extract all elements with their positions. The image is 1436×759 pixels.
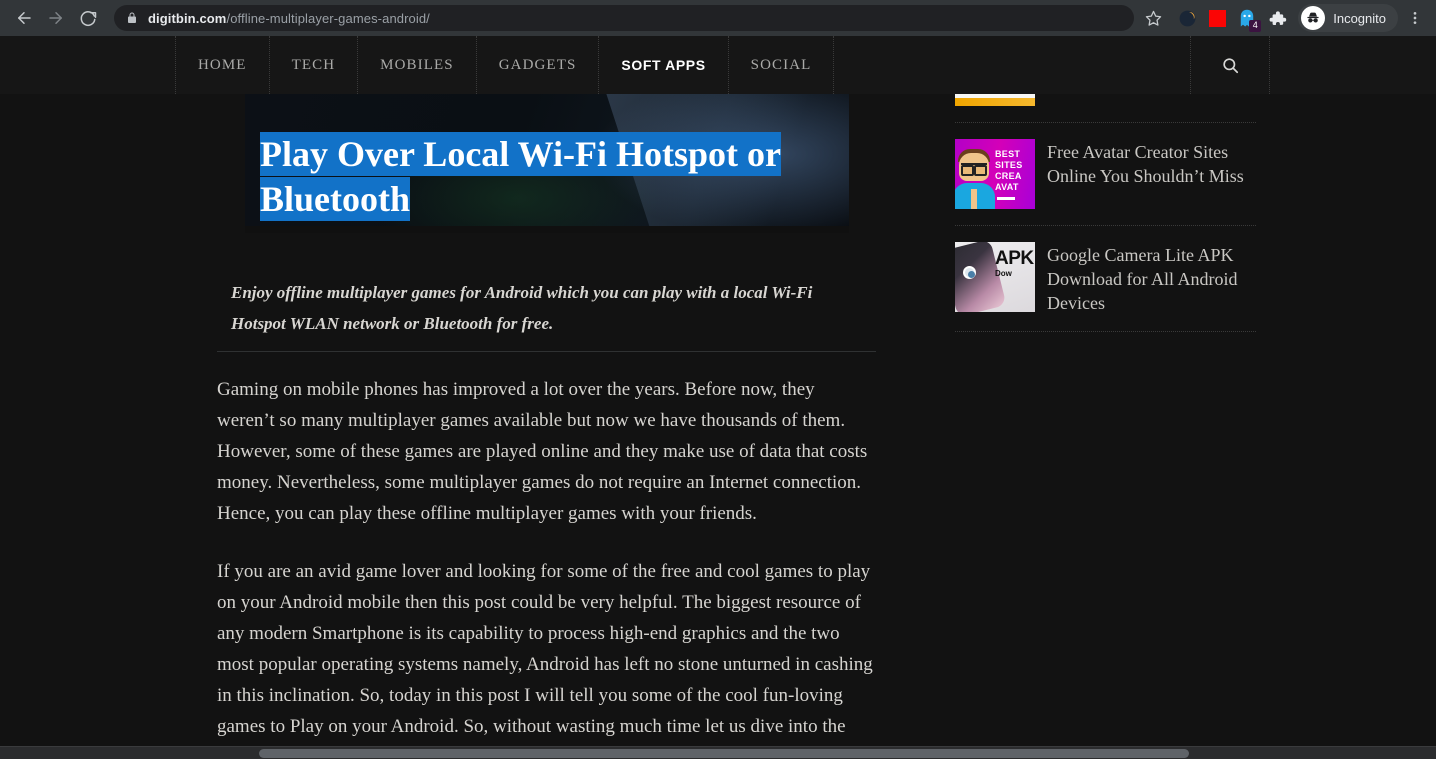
arrow-right-icon <box>49 12 62 24</box>
nav-item-mobiles[interactable]: MOBILES <box>357 36 477 94</box>
star-icon <box>1145 10 1161 26</box>
thumbnail-gcam-apk: APK Dow <box>955 242 1035 312</box>
incognito-avatar <box>1301 6 1326 30</box>
nav-item-gadgets[interactable]: GADGETS <box>475 36 600 94</box>
page-title: Play Over Local Wi-Fi Hotspot or Bluetoo… <box>260 132 820 222</box>
extensions-puzzle-icon[interactable] <box>1262 4 1292 32</box>
extension-icon-red-square[interactable] <box>1202 4 1232 32</box>
extensions-tray: 4 <box>1172 4 1292 32</box>
horizontal-scrollbar-thumb[interactable] <box>259 749 1189 758</box>
site-search-button[interactable] <box>1190 36 1270 94</box>
thumb-accent-bar <box>955 98 1035 106</box>
address-bar[interactable]: digitbin.com/offline-multiplayer-games-a… <box>114 5 1135 31</box>
thumb-underline <box>997 197 1015 200</box>
article-subtitle: Enjoy offline multiplayer games for Andr… <box>231 283 813 333</box>
horizontal-scrollbar[interactable] <box>0 746 1436 759</box>
kebab-menu-icon <box>1413 12 1417 24</box>
crescent-icon <box>1179 10 1196 26</box>
avatar-neck-graphic <box>971 189 977 209</box>
nav-item-soft-apps[interactable]: SOFT APPS <box>598 36 729 94</box>
site-navigation-bar: HOME TECH MOBILES GADGETS SOFT APPS SOCI… <box>0 36 1436 94</box>
camera-punchhole-graphic <box>963 266 976 279</box>
article-paragraph-2: If you are an avid game lover and lookin… <box>217 561 873 759</box>
incognito-hat-icon <box>1307 12 1319 23</box>
search-icon <box>1222 57 1238 73</box>
thumbnail-avatar-creator: BEST SITES CREA AVAT <box>955 139 1035 209</box>
reload-icon <box>80 11 97 27</box>
browser-toolbar: digitbin.com/offline-multiplayer-games-a… <box>0 0 1436 36</box>
content-divider <box>217 351 876 352</box>
list-item-title[interactable]: Free Avatar Creator Sites Online You Sho… <box>1047 139 1256 209</box>
red-square-glyph <box>1208 9 1226 27</box>
url-text: digitbin.com/offline-multiplayer-games-a… <box>148 11 430 26</box>
nav-item-home[interactable]: HOME <box>175 36 270 94</box>
puzzle-piece-icon <box>1269 10 1286 25</box>
reload-button[interactable] <box>74 4 102 32</box>
avatar-glasses-graphic <box>961 163 987 176</box>
list-item[interactable]: BEST SITES CREA AVAT Free Avatar Creator Si… <box>955 123 1256 226</box>
bookmark-star-button[interactable] <box>1140 5 1166 31</box>
hero-bottom-edge <box>245 226 849 233</box>
chrome-menu-button[interactable] <box>1402 4 1428 32</box>
forward-button[interactable] <box>42 4 70 32</box>
nav-item-social[interactable]: SOCIAL <box>727 36 835 94</box>
article-paragraph-1: Gaming on mobile phones has improved a l… <box>217 379 868 524</box>
thumb-text-line-1: APK <box>995 248 1034 269</box>
incognito-label: Incognito <box>1333 10 1386 26</box>
incognito-indicator[interactable]: Incognito <box>1298 4 1398 32</box>
extension-icon-ghost[interactable]: 4 <box>1232 4 1262 32</box>
list-item[interactable]: APK Dow Google Camera Lite APK Download … <box>955 226 1256 332</box>
extension-icon-crescent[interactable] <box>1172 4 1202 32</box>
nav-items-container: HOME TECH MOBILES GADGETS SOFT APPS SOCI… <box>175 36 835 94</box>
thumb-text-line-2: Dow <box>995 269 1012 278</box>
url-path: /offline-multiplayer-games-android/ <box>226 10 430 26</box>
back-button[interactable] <box>10 4 38 32</box>
web-page: Play Over Local Wi-Fi Hotspot or Bluetoo… <box>0 36 1436 759</box>
list-item-title[interactable]: Google Camera Lite APK Download for All … <box>1047 242 1256 315</box>
url-domain: digitbin.com <box>148 10 227 26</box>
arrow-left-icon <box>18 12 31 24</box>
page-title-highlighted-text: Play Over Local Wi-Fi Hotspot or Bluetoo… <box>260 132 781 221</box>
nav-item-tech[interactable]: TECH <box>268 36 359 94</box>
extension-badge-count: 4 <box>1249 20 1262 32</box>
padlock-glyph <box>128 12 136 23</box>
lock-icon[interactable] <box>126 11 138 25</box>
thumb-text: BEST SITES CREA AVAT <box>995 149 1023 192</box>
